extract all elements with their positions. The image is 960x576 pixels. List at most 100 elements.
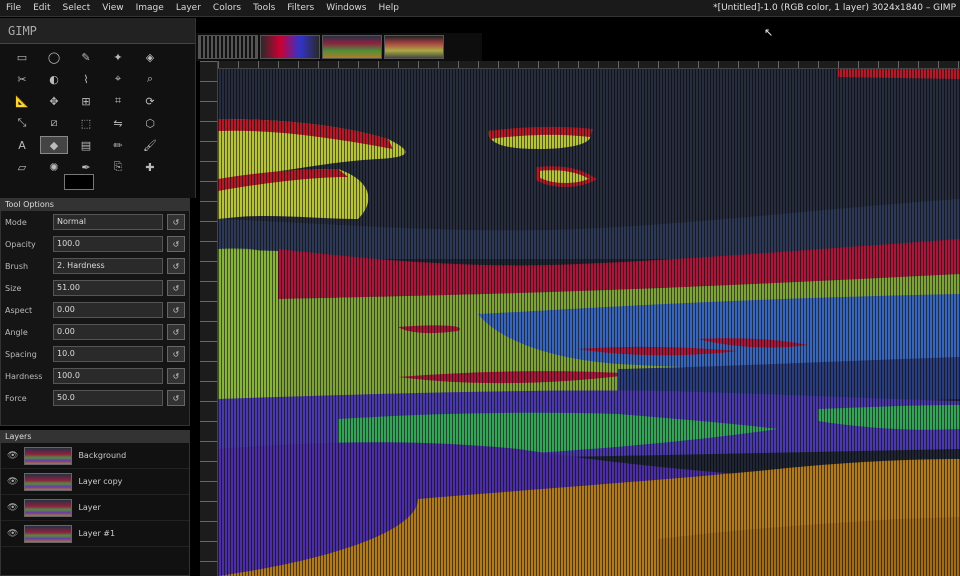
fuzzy-select-tool-icon[interactable]: ✦ [104,48,132,66]
measure-tool-icon[interactable]: 📐 [8,92,36,110]
layer-row[interactable]: 👁 Layer #1 [1,521,189,547]
tool-option-row: Size 51.00 ↺ [1,277,189,299]
toolbox: GIMP ▭ ◯ ✎ ✦ ◈ ✂ ◐ ⌇ ⌖ ⌕ 📐 ✥ ⊞ ⌗ ⟳ ⤡ ⧄ ⬚ ⇋ ⬡ A ◆ ▤ ✏ 🖌 ▱ ✺ ✒ ⎘ ✚ [0,18,196,198]
bucket-fill-tool-icon[interactable]: ◆ [40,136,68,154]
shear-tool-icon[interactable]: ⧄ [40,114,68,132]
reset-icon[interactable]: ↺ [167,346,185,362]
canvas-image[interactable] [218,69,960,576]
reset-icon[interactable]: ↺ [167,368,185,384]
layer-name: Layer [78,503,101,512]
layer-row[interactable]: 👁 Layer copy [1,469,189,495]
align-tool-icon[interactable]: ⊞ [72,92,100,110]
move-tool-icon[interactable]: ✥ [40,92,68,110]
tool-options-panel: Tool Options Mode Normal ↺ Opacity 100.0 ↺ Bru… [0,198,190,426]
eye-icon[interactable]: 👁 [7,451,18,461]
tool-option-value-field[interactable]: 0.00 [53,302,163,318]
menu-edit[interactable]: Edit [27,0,56,17]
rotate-tool-icon[interactable]: ⟳ [136,92,164,110]
tool-option-label: Mode [5,217,27,227]
eraser-tool-icon[interactable]: ▱ [8,158,36,176]
foreground-select-tool-icon[interactable]: ◐ [40,70,68,88]
reset-icon[interactable]: ↺ [167,324,185,340]
menu-bar: File Edit Select View Image Layer Colors… [0,0,960,17]
layers-tab[interactable]: Layers [1,431,189,443]
tool-grid: ▭ ◯ ✎ ✦ ◈ ✂ ◐ ⌇ ⌖ ⌕ 📐 ✥ ⊞ ⌗ ⟳ ⤡ ⧄ ⬚ ⇋ ⬡ A ◆ ▤ ✏ 🖌 ▱ ✺ ✒ ⎘ ✚ [0,44,195,182]
mouse-pointer-icon: ↖ [764,26,774,39]
text-tool-icon[interactable]: A [8,136,36,154]
image-tab-thumbnail[interactable] [322,35,382,59]
menu-tools[interactable]: Tools [247,0,281,17]
tool-option-value-field[interactable]: 0.00 [53,324,163,340]
image-canvas[interactable] [218,69,960,576]
pencil-tool-icon[interactable]: ✏ [104,136,132,154]
zoom-tool-icon[interactable]: ⌕ [136,70,164,88]
reset-icon[interactable]: ↺ [167,258,185,274]
reset-icon[interactable]: ↺ [167,214,185,230]
eye-icon[interactable]: 👁 [7,477,18,487]
image-tab-strip [196,33,482,61]
paintbrush-tool-icon[interactable]: 🖌 [136,136,164,154]
tool-option-label: Force [5,393,27,403]
ellipse-select-tool-icon[interactable]: ◯ [40,48,68,66]
menu-filters[interactable]: Filters [281,0,320,17]
tool-option-row: Brush 2. Hardness ↺ [1,255,189,277]
tool-option-value-field[interactable]: 51.00 [53,280,163,296]
tool-option-value-field[interactable]: 100.0 [53,236,163,252]
scale-tool-icon[interactable]: ⤡ [8,114,36,132]
menu-file[interactable]: File [0,0,27,17]
tool-option-value-field[interactable]: 2. Hardness [53,258,163,274]
menu-help[interactable]: Help [372,0,405,17]
eye-icon[interactable]: 👁 [7,529,18,539]
layer-name: Layer #1 [78,529,116,538]
vertical-ruler[interactable] [200,61,218,576]
gradient-tool-icon[interactable]: ▤ [72,136,100,154]
free-select-tool-icon[interactable]: ✎ [72,48,100,66]
menu-select[interactable]: Select [57,0,97,17]
color-swatches [64,174,120,196]
menu-colors[interactable]: Colors [207,0,247,17]
tool-option-value-field[interactable]: 10.0 [53,346,163,362]
image-tab-thumbnail[interactable] [198,35,258,59]
menu-layer[interactable]: Layer [170,0,207,17]
tool-options-tab[interactable]: Tool Options [1,199,189,211]
menu-image[interactable]: Image [130,0,170,17]
layer-thumbnail [24,446,73,465]
tool-option-value-field[interactable]: 50.0 [53,390,163,406]
reset-icon[interactable]: ↺ [167,302,185,318]
menu-view[interactable]: View [96,0,129,17]
tool-options-rows: Mode Normal ↺ Opacity 100.0 ↺ Brush 2. Hardness… [1,211,189,409]
color-select-tool-icon[interactable]: ◈ [136,48,164,66]
scissors-tool-icon[interactable]: ✂ [8,70,36,88]
eye-icon[interactable]: 👁 [7,503,18,513]
color-picker-tool-icon[interactable]: ⌖ [104,70,132,88]
layer-row[interactable]: 👁 Background [1,443,189,469]
crop-tool-icon[interactable]: ⌗ [104,92,132,110]
tool-option-row: Hardness 100.0 ↺ [1,365,189,387]
image-tab-thumbnail[interactable] [384,35,444,59]
foreground-color-swatch[interactable] [64,174,94,190]
tool-option-label: Angle [5,327,28,337]
perspective-tool-icon[interactable]: ⬚ [72,114,100,132]
paths-tool-icon[interactable]: ⌇ [72,70,100,88]
tool-option-row: Force 50.0 ↺ [1,387,189,409]
tool-option-value-field[interactable]: Normal [53,214,163,230]
reset-icon[interactable]: ↺ [167,390,185,406]
tool-option-row: Spacing 10.0 ↺ [1,343,189,365]
tool-option-row: Aspect 0.00 ↺ [1,299,189,321]
reset-icon[interactable]: ↺ [167,280,185,296]
layer-row[interactable]: 👁 Layer [1,495,189,521]
horizontal-ruler[interactable] [218,61,960,69]
toolbox-header: GIMP [0,18,195,44]
layer-name: Layer copy [78,477,123,486]
reset-icon[interactable]: ↺ [167,236,185,252]
image-tab-thumbnail[interactable] [260,35,320,59]
tool-option-value-field[interactable]: 100.0 [53,368,163,384]
menu-windows[interactable]: Windows [320,0,372,17]
layer-thumbnail [24,524,73,543]
flip-tool-icon[interactable]: ⇋ [104,114,132,132]
layer-name: Background [78,451,127,460]
window-title: *[Untitled]-1.0 (RGB color, 1 layer) 302… [713,3,956,13]
cage-tool-icon[interactable]: ⬡ [136,114,164,132]
heal-tool-icon[interactable]: ✚ [136,158,164,176]
rect-select-tool-icon[interactable]: ▭ [8,48,36,66]
